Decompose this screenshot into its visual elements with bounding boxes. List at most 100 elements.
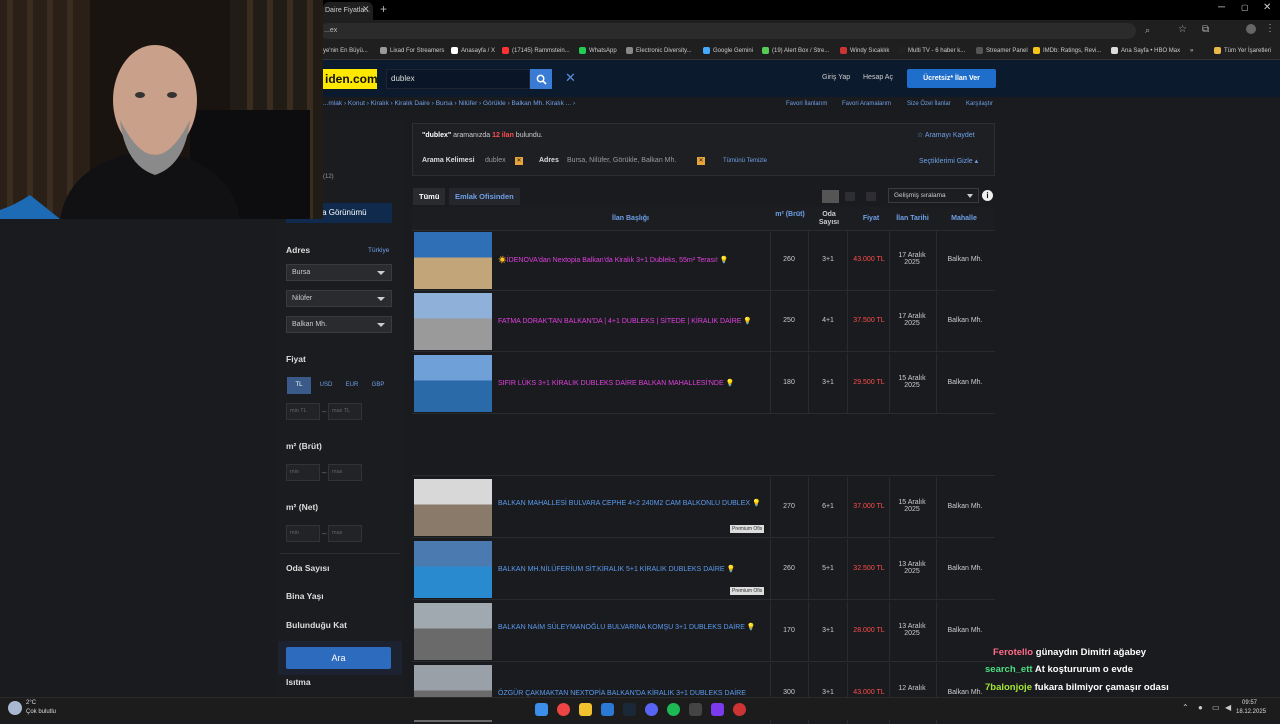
- breadcrumb[interactable]: ...mlak › Konut › Kiralık › Kiralık Dair…: [323, 100, 575, 107]
- maximize-icon[interactable]: ▢: [1241, 3, 1249, 12]
- app-icon[interactable]: [689, 703, 702, 716]
- floor-filter[interactable]: Bulunduğu Kat: [286, 620, 347, 630]
- col-rooms[interactable]: Oda Sayısı: [814, 211, 844, 227]
- zoom-icon[interactable]: ⌕: [1145, 25, 1150, 36]
- listing-thumbnail[interactable]: [414, 479, 492, 536]
- clear-all-link[interactable]: Tümünü Temizle: [723, 158, 767, 164]
- bookmark-item[interactable]: (17145) Rammstein...: [502, 45, 570, 57]
- clock-time[interactable]: 09:57: [1242, 700, 1257, 706]
- tray-expand-icon[interactable]: ⌃: [1182, 703, 1189, 712]
- max-price-input[interactable]: max TL: [328, 403, 362, 420]
- building-age-filter[interactable]: Bina Yaşı: [286, 591, 324, 601]
- grid-view-icon[interactable]: [845, 192, 855, 201]
- bookmark-item[interactable]: Google Gemini: [703, 45, 753, 57]
- bookmark-item[interactable]: Ana Sayfa • HBO Max: [1111, 45, 1180, 57]
- tab-agency[interactable]: Emlak Ofisinden: [449, 188, 520, 205]
- table-row[interactable]: BALKAN NAİM SÜLEYMANOĞLU BULVARINA KOMŞU…: [412, 601, 995, 662]
- minimize-icon[interactable]: ─: [1218, 2, 1225, 13]
- currency-eur[interactable]: EUR: [340, 377, 364, 394]
- sort-select[interactable]: Gelişmiş sıralama: [888, 188, 979, 203]
- app-icon[interactable]: [601, 703, 614, 716]
- favorite-searches-link[interactable]: Favori Aramalarım: [842, 101, 891, 107]
- info-icon[interactable]: i: [982, 190, 993, 201]
- tab-all[interactable]: Tümü: [413, 188, 446, 205]
- col-title[interactable]: İlan Başlığı: [612, 215, 649, 222]
- list-view-icon[interactable]: [822, 190, 839, 203]
- neighborhood-select[interactable]: Balkan Mh.: [286, 316, 392, 333]
- bookmark-item[interactable]: Windy Sıcaklık: [840, 45, 889, 57]
- min-gross-input[interactable]: min: [286, 464, 320, 481]
- bookmark-item[interactable]: Lixad For Streamers: [380, 45, 444, 57]
- currency-tl[interactable]: TL: [287, 377, 311, 394]
- col-area[interactable]: Mahalle: [940, 215, 988, 222]
- city-select[interactable]: Bursa: [286, 264, 392, 281]
- app-icon[interactable]: [711, 703, 724, 716]
- table-row[interactable]: FATMA DORAK'TAN BALKAN'DA | 4+1 DUBLEKS …: [412, 291, 995, 352]
- extensions-icon[interactable]: ⧉: [1202, 24, 1209, 35]
- bookmark-item[interactable]: Streamer Panel: [976, 45, 1028, 57]
- chrome-icon[interactable]: [557, 703, 570, 716]
- clock-date[interactable]: 18.12.2025: [1236, 709, 1266, 715]
- discord-icon[interactable]: [645, 703, 658, 716]
- gallery-view-icon[interactable]: [866, 192, 876, 201]
- col-date[interactable]: İlan Tarihi: [890, 215, 935, 222]
- listing-thumbnail[interactable]: [414, 232, 492, 289]
- bookmark-item[interactable]: ye'nin En Büyü...: [323, 45, 368, 57]
- bookmark-item[interactable]: Anasayfa / X: [451, 45, 495, 57]
- steam-icon[interactable]: [623, 703, 636, 716]
- bookmark-item[interactable]: WhatsApp: [579, 45, 617, 57]
- hide-selections-link[interactable]: Seçtiklerimi Gizle ▴: [919, 157, 978, 165]
- listing-thumbnail[interactable]: [414, 541, 492, 598]
- mic-icon[interactable]: ●: [1198, 703, 1203, 712]
- table-row[interactable]: BALKAN MH.NİLÜFERİUM SİT.KİRALIK 5+1 KİR…: [412, 539, 995, 600]
- max-net-input[interactable]: max: [328, 525, 362, 542]
- col-m2[interactable]: m² (Brüt): [775, 211, 805, 219]
- clear-search-icon[interactable]: ✕: [565, 70, 576, 86]
- spotify-icon[interactable]: [667, 703, 680, 716]
- menu-icon[interactable]: ⋮: [1265, 23, 1275, 34]
- search-input[interactable]: dublex: [386, 69, 530, 89]
- listing-thumbnail[interactable]: [414, 603, 492, 660]
- network-icon[interactable]: ▭: [1212, 703, 1220, 712]
- file-explorer-icon[interactable]: [579, 703, 592, 716]
- search-button[interactable]: [530, 69, 552, 89]
- tab-close-icon[interactable]: ✕: [362, 4, 370, 15]
- special-listings-link[interactable]: Size Özel İlanlar: [907, 101, 951, 107]
- ara-button[interactable]: Ara: [286, 647, 391, 669]
- login-link[interactable]: Giriş Yap: [822, 74, 850, 81]
- remove-keyword-icon[interactable]: ✕: [515, 157, 523, 165]
- room-count-filter[interactable]: Oda Sayısı: [286, 563, 329, 573]
- favorite-listings-link[interactable]: Favori İlanlarım: [786, 101, 827, 107]
- bookmark-item[interactable]: Multi TV - 6 haber k...: [898, 45, 965, 57]
- bookmark-star-icon[interactable]: ☆: [1178, 24, 1187, 35]
- app-icon[interactable]: [733, 703, 746, 716]
- heating-filter[interactable]: Isıtma: [286, 677, 311, 687]
- min-price-input[interactable]: min TL: [286, 403, 320, 420]
- min-net-input[interactable]: min: [286, 525, 320, 542]
- more-bookmarks-icon[interactable]: »: [1190, 45, 1193, 57]
- listing-title[interactable]: SIFIR LÜKS 3+1 KİRALIK DUBLEKS DAİRE BAL…: [498, 379, 770, 388]
- remove-address-icon[interactable]: ✕: [697, 157, 705, 165]
- new-tab-icon[interactable]: +: [380, 2, 387, 16]
- table-row[interactable]: BALKAN MAHALLESİ BULVARA CEPHE 4+2 240M2…: [412, 477, 995, 538]
- bookmark-item[interactable]: Electronic Diversity...: [626, 45, 692, 57]
- listing-title[interactable]: BALKAN MAHALLESİ BULVARA CEPHE 4+2 240M2…: [498, 499, 770, 508]
- url-field[interactable]: ...ex: [320, 23, 1136, 39]
- max-gross-input[interactable]: max: [328, 464, 362, 481]
- col-price[interactable]: Fiyat: [856, 215, 886, 222]
- bookmark-item[interactable]: IMDb: Ratings, Revi...: [1033, 45, 1101, 57]
- all-bookmarks[interactable]: Tüm Yer İşaretleri: [1214, 45, 1271, 57]
- close-window-icon[interactable]: ✕: [1263, 2, 1271, 13]
- turkiye-link[interactable]: Türkiye: [368, 247, 389, 254]
- table-row[interactable]: SIFIR LÜKS 3+1 KİRALIK DUBLEKS DAİRE BAL…: [412, 353, 995, 414]
- start-icon[interactable]: [535, 703, 548, 716]
- bookmark-item[interactable]: (19) Alert Box / Stre...: [762, 45, 829, 57]
- volume-icon[interactable]: ◀: [1225, 703, 1231, 712]
- listing-title[interactable]: BALKAN NAİM SÜLEYMANOĞLU BULVARINA KOMŞU…: [498, 623, 770, 632]
- district-select[interactable]: Nilüfer: [286, 290, 392, 307]
- listing-title[interactable]: FATMA DORAK'TAN BALKAN'DA | 4+1 DUBLEKS …: [498, 317, 770, 326]
- register-link[interactable]: Hesap Aç: [863, 74, 893, 81]
- profile-icon[interactable]: [1246, 24, 1256, 34]
- post-listing-button[interactable]: Ücretsiz* İlan Ver: [907, 69, 996, 88]
- listing-title[interactable]: BALKAN MH.NİLÜFERİUM SİT.KİRALIK 5+1 KİR…: [498, 565, 770, 574]
